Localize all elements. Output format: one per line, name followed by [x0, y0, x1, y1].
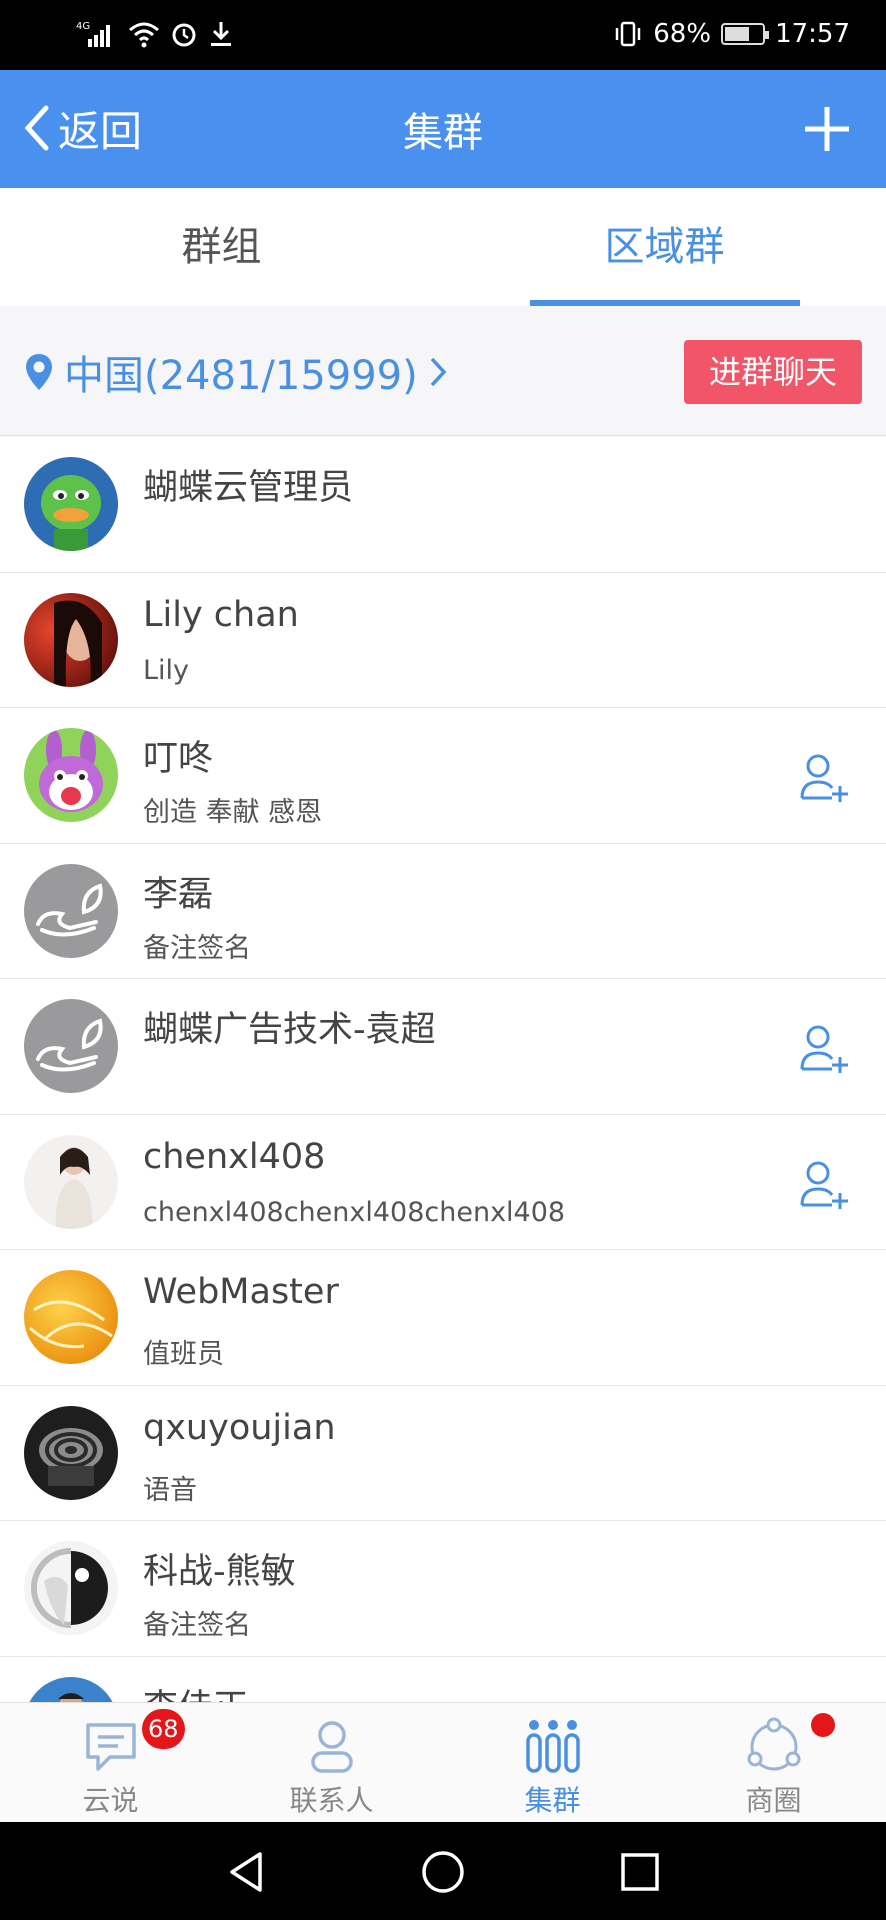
battery-percent: 68% — [653, 19, 712, 49]
member-name: 蝴蝶云管理员 — [143, 468, 354, 508]
home-circle-icon[interactable] — [419, 1848, 467, 1896]
bird-avatar — [24, 1541, 118, 1635]
member-name: qxuyoujian — [143, 1407, 336, 1448]
member-signature: Lily — [143, 654, 190, 686]
add-friend-icon[interactable] — [798, 1023, 850, 1075]
back-triangle-icon[interactable] — [222, 1848, 270, 1896]
clock: 17:57 — [775, 19, 850, 49]
tab-groups[interactable]: 群组 — [0, 188, 443, 306]
member-signature: 语音 — [143, 1474, 197, 1506]
region-label: 中国(2481/15999) — [64, 353, 418, 399]
member-list: 蝴蝶云管理员 Lily chan Lily 叮咚 创造 奉献 感恩 李磊 备注签… — [0, 437, 886, 1792]
plus-icon[interactable] — [802, 104, 852, 154]
member-name: WebMaster — [143, 1272, 339, 1312]
system-nav-bar — [0, 1822, 886, 1920]
nav-item-contacts[interactable]: 联系人 — [221, 1703, 442, 1823]
app-header: 返回 集群 — [0, 70, 886, 188]
nav-item-cluster[interactable]: 集群 — [442, 1703, 663, 1823]
unread-badge: 68 — [142, 1709, 185, 1749]
bottom-nav: 68 云说 联系人 集群 商圈 — [0, 1702, 886, 1822]
default-butterfly-avatar — [24, 999, 118, 1093]
add-friend-icon[interactable] — [798, 1159, 850, 1211]
status-icons-right: 68% 17:57 — [613, 14, 850, 54]
list-item[interactable]: 蝴蝶广告技术-袁超 — [0, 979, 886, 1115]
list-item[interactable]: 科战-熊敏 备注签名 — [0, 1521, 886, 1657]
join-chat-button[interactable]: 进群聊天 — [684, 340, 862, 404]
list-item[interactable]: Lily chan Lily — [0, 572, 886, 708]
list-item[interactable]: chenxl408 chenxl408chenxl408chenxl408 — [0, 1114, 886, 1250]
list-item[interactable]: 蝴蝶云管理员 — [0, 437, 886, 573]
download-icon — [211, 22, 231, 46]
tab-bar: 群组 区域群 — [0, 188, 886, 306]
list-item[interactable]: 李磊 备注签名 — [0, 843, 886, 979]
nav-item-yunshuo[interactable]: 68 云说 — [0, 1703, 221, 1823]
chat-icon — [86, 1723, 136, 1771]
member-name: Lily chan — [143, 594, 299, 635]
nav-label: 集群 — [524, 1784, 581, 1817]
tab-region-groups[interactable]: 区域群 — [443, 188, 886, 306]
photo-avatar — [24, 1134, 118, 1229]
cluster-icon — [526, 1720, 580, 1773]
spiral-avatar — [24, 1405, 118, 1500]
nav-label: 云说 — [82, 1784, 139, 1817]
chevron-right-icon — [430, 357, 447, 387]
duck-avatar — [24, 457, 118, 551]
status-icons-left: 4G — [76, 16, 234, 52]
signal-icon: 4G — [76, 21, 110, 47]
region-bar: 中国(2481/15999) 进群聊天 — [0, 306, 886, 436]
member-signature: 值班员 — [143, 1339, 224, 1370]
circle-icon — [747, 1717, 801, 1771]
member-name: 叮咚 — [143, 739, 214, 779]
list-item[interactable]: WebMaster 值班员 — [0, 1250, 886, 1386]
list-item[interactable]: qxuyoujian 语音 — [0, 1385, 886, 1521]
member-signature: chenxl408chenxl408chenxl408 — [143, 1196, 566, 1228]
default-butterfly-avatar — [24, 863, 118, 958]
battery-icon — [721, 23, 770, 45]
notification-dot — [811, 1713, 835, 1737]
member-name: 蝴蝶广告技术-袁超 — [143, 1010, 436, 1050]
region-selector[interactable]: 中国(2481/15999) — [24, 344, 448, 400]
status-bar: 4G 68% 17:57 — [0, 0, 886, 70]
member-name: 科战-熊敏 — [143, 1552, 296, 1592]
member-name: chenxl408 — [143, 1136, 326, 1177]
member-signature: 备注签名 — [143, 1610, 251, 1641]
nav-item-business-circle[interactable]: 商圈 — [663, 1703, 884, 1823]
photo-avatar — [24, 592, 118, 687]
page-title: 集群 — [403, 110, 483, 156]
location-pin-icon — [26, 354, 52, 390]
alarm-icon — [172, 23, 196, 47]
nav-label: 联系人 — [289, 1784, 374, 1817]
svg-text:4G: 4G — [76, 21, 90, 32]
orange-avatar — [24, 1270, 118, 1364]
list-item[interactable]: 叮咚 创造 奉献 感恩 — [0, 708, 886, 844]
add-friend-icon[interactable] — [798, 752, 850, 804]
recents-square-icon[interactable] — [616, 1848, 664, 1896]
contacts-icon — [311, 1721, 353, 1773]
nav-label: 商圈 — [745, 1784, 802, 1817]
member-name: 李磊 — [143, 874, 214, 915]
vibrate-icon — [616, 21, 641, 47]
member-signature: 创造 奉献 感恩 — [143, 797, 323, 828]
wifi-icon — [129, 22, 159, 48]
member-signature: 备注签名 — [143, 932, 251, 964]
bunny-avatar — [24, 728, 118, 822]
